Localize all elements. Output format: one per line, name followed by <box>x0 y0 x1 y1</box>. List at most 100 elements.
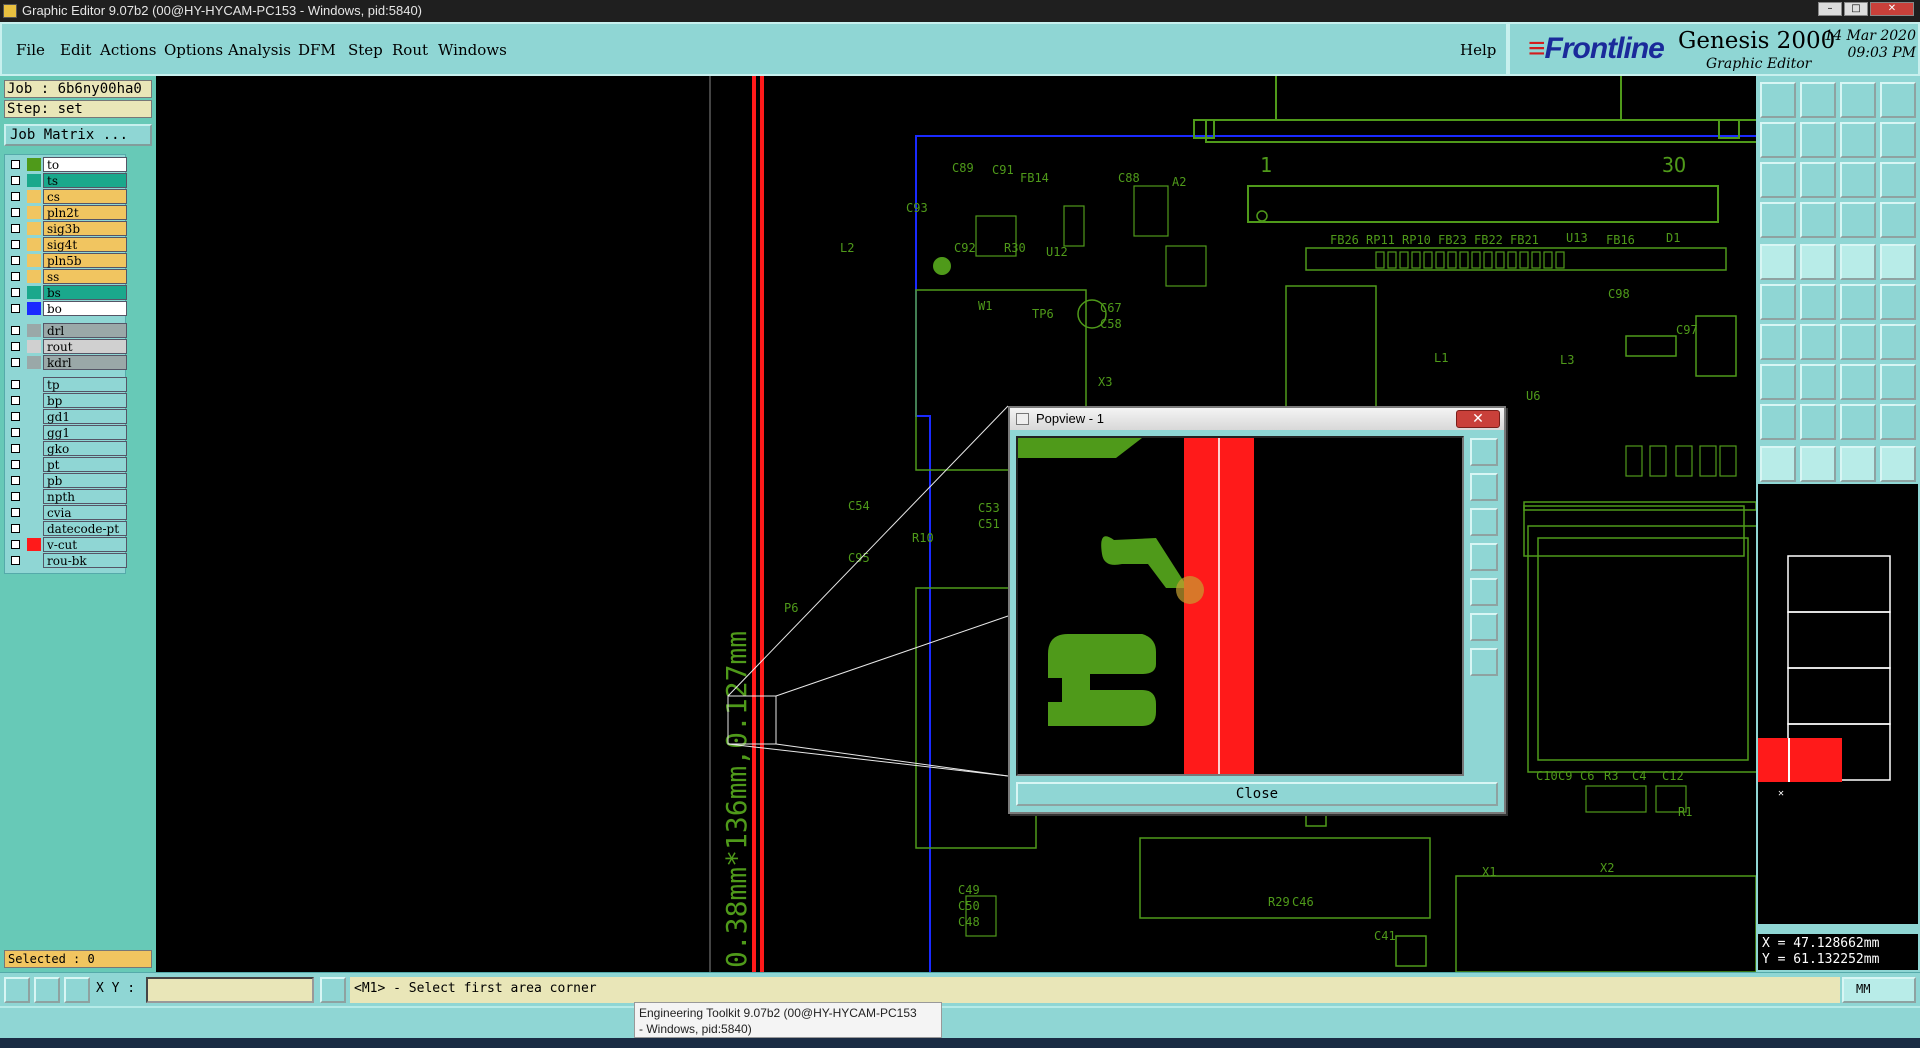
layer-row-tp[interactable]: tp <box>7 377 127 392</box>
layer-color-swatch[interactable] <box>27 254 41 267</box>
layer-row-ss[interactable]: ss <box>7 269 127 284</box>
tri-a-icon[interactable] <box>1800 404 1836 440</box>
layer-row-ts[interactable]: ts <box>7 173 127 188</box>
maximize-button[interactable]: □ <box>1844 2 1868 16</box>
layer-checkbox[interactable] <box>11 358 20 367</box>
slash-icon[interactable] <box>1800 324 1836 360</box>
layer-row-bo[interactable]: bo <box>7 301 127 316</box>
zoom-icon[interactable] <box>1800 162 1836 198</box>
layer-name[interactable]: rout <box>43 339 127 354</box>
layer-color-swatch[interactable] <box>27 554 41 567</box>
layer-color-swatch[interactable] <box>27 158 41 171</box>
pointer-b-icon[interactable] <box>1800 446 1836 482</box>
layer-row-rout[interactable]: rout <box>7 339 127 354</box>
layer-color-swatch[interactable] <box>27 324 41 337</box>
layer-name[interactable]: drl <box>43 323 127 338</box>
overview-navigator[interactable]: ✕ <box>1758 484 1918 924</box>
layer-checkbox[interactable] <box>11 208 20 217</box>
minimize-button[interactable]: – <box>1818 2 1842 16</box>
layer-color-swatch[interactable] <box>27 378 41 391</box>
layer-color-swatch[interactable] <box>27 270 41 283</box>
layer-row-gd1[interactable]: gd1 <box>7 409 127 424</box>
layer-name[interactable]: ss <box>43 269 127 284</box>
layer-checkbox[interactable] <box>11 380 20 389</box>
layer-checkbox[interactable] <box>11 272 20 281</box>
flip-icon[interactable] <box>1760 202 1796 238</box>
measure-icon[interactable] <box>34 977 60 1003</box>
layer-name[interactable]: sig3b <box>43 221 127 236</box>
right-icon[interactable] <box>1800 122 1836 158</box>
tri-red-icon[interactable] <box>1760 404 1796 440</box>
layer-name[interactable]: pb <box>43 473 127 488</box>
layer-color-swatch[interactable] <box>27 538 41 551</box>
layer-name[interactable]: gg1 <box>43 425 127 440</box>
layer-row-pln2t[interactable]: pln2t <box>7 205 127 220</box>
tri-c-icon[interactable] <box>1880 404 1916 440</box>
window-icon[interactable] <box>1880 82 1916 118</box>
house-icon[interactable] <box>1840 82 1876 118</box>
popview-titlebar[interactable]: Popview - 1 ✕ <box>1010 408 1504 430</box>
popview-close-x-button[interactable]: ✕ <box>1456 410 1500 428</box>
node-icon[interactable] <box>1760 284 1796 320</box>
pv-left-icon[interactable] <box>1470 543 1498 571</box>
layer-color-swatch[interactable] <box>27 474 41 487</box>
fit-icon[interactable] <box>1760 162 1796 198</box>
help-icon[interactable] <box>1880 162 1916 198</box>
trace-icon[interactable] <box>1880 324 1916 360</box>
arc-red-icon[interactable] <box>1880 284 1916 320</box>
layer-row-drl[interactable]: drl <box>7 323 127 338</box>
layer-checkbox[interactable] <box>11 396 20 405</box>
layer-row-gg1[interactable]: gg1 <box>7 425 127 440</box>
layer-row-datecode-pt[interactable]: datecode-pt <box>7 521 127 536</box>
layer-name[interactable]: gko <box>43 441 127 456</box>
layer-name[interactable]: cvia <box>43 505 127 520</box>
layer-checkbox[interactable] <box>11 460 20 469</box>
close-window-button[interactable]: ✕ <box>1870 2 1914 16</box>
layer-checkbox[interactable] <box>11 304 20 313</box>
layer-color-swatch[interactable] <box>27 340 41 353</box>
layer-row-pln5b[interactable]: pln5b <box>7 253 127 268</box>
grid-icon[interactable] <box>1800 202 1836 238</box>
rotate-icon[interactable] <box>1840 122 1876 158</box>
layer-name[interactable]: cs <box>43 189 127 204</box>
tri-b-icon[interactable] <box>1840 404 1876 440</box>
menu-file[interactable]: File <box>16 41 45 59</box>
menu-edit[interactable]: Edit <box>60 41 91 59</box>
layer-row-sig3b[interactable]: sig3b <box>7 221 127 236</box>
layer-name[interactable]: pt <box>43 457 127 472</box>
snap-icon[interactable] <box>4 977 30 1003</box>
curve-icon[interactable] <box>1840 324 1876 360</box>
menu-options[interactable]: Options <box>164 41 223 59</box>
layer-checkbox[interactable] <box>11 288 20 297</box>
left-icon[interactable] <box>1760 122 1796 158</box>
layer-name[interactable]: kdrl <box>43 355 127 370</box>
layer-color-swatch[interactable] <box>27 394 41 407</box>
popview-close-button[interactable]: Close <box>1016 782 1498 806</box>
xy-input[interactable] <box>146 977 314 1003</box>
layer-row-kdrl[interactable]: kdrl <box>7 355 127 370</box>
layer-color-swatch[interactable] <box>27 426 41 439</box>
layer-checkbox[interactable] <box>11 492 20 501</box>
unit-selector[interactable]: MM <box>1842 977 1916 1003</box>
layer-name[interactable]: bo <box>43 301 127 316</box>
pad-icon[interactable] <box>1760 244 1796 280</box>
menu-dfm[interactable]: DFM <box>298 41 336 59</box>
angle-icon[interactable] <box>1760 324 1796 360</box>
layer-row-cs[interactable]: cs <box>7 189 127 204</box>
layer-checkbox[interactable] <box>11 508 20 517</box>
layer-color-swatch[interactable] <box>27 302 41 315</box>
layer-color-swatch[interactable] <box>27 222 41 235</box>
menu-windows[interactable]: Windows <box>438 41 507 59</box>
layer-name[interactable]: ts <box>43 173 127 188</box>
slot-icon[interactable] <box>1840 364 1876 400</box>
pv-right-icon[interactable] <box>1470 578 1498 606</box>
layer-name[interactable]: pln2t <box>43 205 127 220</box>
pv-fit-icon[interactable] <box>1470 613 1498 641</box>
layer-name[interactable]: pln5b <box>43 253 127 268</box>
layer-row-rou-bk[interactable]: rou-bk <box>7 553 127 568</box>
layer-color-swatch[interactable] <box>27 506 41 519</box>
ratio-icon[interactable] <box>1840 162 1876 198</box>
pad-red-icon[interactable] <box>1760 364 1796 400</box>
layer-color-swatch[interactable] <box>27 410 41 423</box>
pv-center-icon[interactable] <box>1470 648 1498 676</box>
